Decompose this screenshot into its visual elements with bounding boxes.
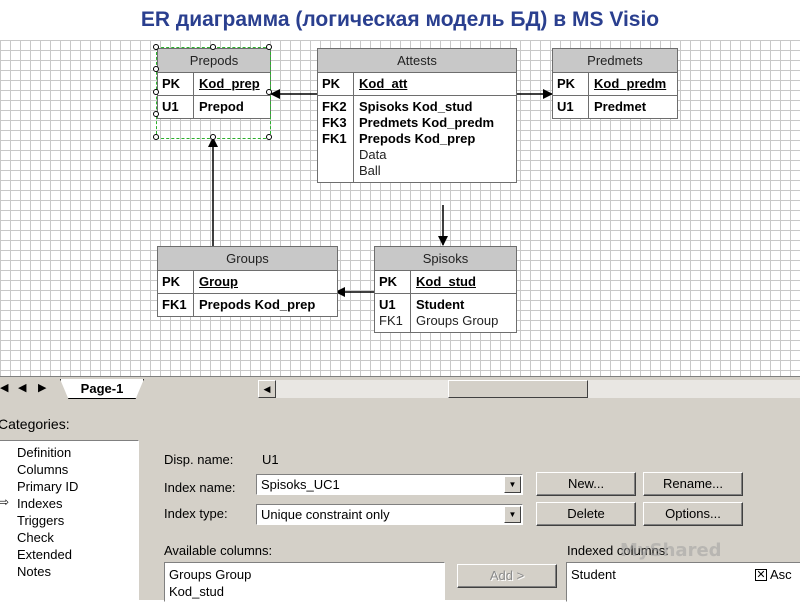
next-page-icon[interactable]: ▶	[38, 381, 46, 394]
options-button[interactable]: Options...	[643, 502, 743, 526]
available-columns-label: Available columns:	[164, 543, 273, 558]
delete-index-button[interactable]: Delete	[536, 502, 636, 526]
entity-attests[interactable]: Attests PK Kod_att FK2 FK3 FK1 Spisoks K…	[317, 48, 517, 183]
category-extended[interactable]: Extended	[17, 547, 72, 562]
selection-handle[interactable]	[266, 44, 272, 50]
chevron-down-icon[interactable]: ▼	[504, 476, 521, 493]
groups-fk-key: FK1	[158, 294, 194, 316]
attests-attr: Ball	[359, 163, 381, 178]
selection-handle[interactable]	[266, 89, 272, 95]
attests-pk-field: Kod_att	[359, 76, 408, 91]
spisoks-key: FK1	[379, 313, 403, 328]
attests-fk-field: Spisoks Kod_stud	[359, 99, 473, 114]
disp-name-value: U1	[262, 452, 279, 467]
indexed-columns-list[interactable]: Student ✕ Asc	[566, 562, 800, 602]
predmets-pk-field: Kod_predm	[594, 76, 667, 91]
predmets-pk-key: PK	[553, 73, 589, 95]
index-type-value: Unique constraint only	[261, 507, 390, 522]
attests-fk-field: Predmets Kod_predm	[359, 115, 495, 130]
page-tab-bar: ◀ ◀ ▶ Page-1 ◀	[0, 376, 800, 401]
category-triggers[interactable]: Triggers	[17, 513, 64, 528]
add-column-button[interactable]: Add >	[457, 564, 557, 588]
selection-handle[interactable]	[266, 134, 272, 140]
spisoks-field: Student	[416, 297, 465, 312]
database-properties-panel: Categories: Definition Columns Primary I…	[0, 400, 800, 605]
predmets-u-field: Predmet	[594, 99, 647, 114]
selection-handle[interactable]	[153, 111, 159, 117]
entity-predmets-header: Predmets	[553, 49, 677, 73]
category-primary-id[interactable]: Primary ID	[17, 479, 78, 494]
spisoks-field: Groups Group	[416, 313, 499, 328]
attests-pk-key: PK	[318, 73, 354, 95]
predmets-u-key: U1	[553, 96, 589, 118]
index-name-combo[interactable]: Spisoks_UC1 ▼	[256, 474, 523, 495]
entity-groups[interactable]: Groups PK Group FK1 Prepods Kod_prep	[157, 246, 338, 317]
diagram-canvas[interactable]: Prepods PK Kod_prep U1 Prepod Attests PK…	[0, 40, 800, 376]
chevron-down-icon[interactable]: ▼	[504, 506, 521, 523]
spisoks-pk-field: Kod_stud	[416, 274, 476, 289]
selection-handle[interactable]	[153, 89, 159, 95]
index-type-combo[interactable]: Unique constraint only ▼	[256, 504, 523, 525]
prev-page-icon[interactable]: ◀	[18, 381, 26, 394]
entity-spisoks[interactable]: Spisoks PK Kod_stud U1 FK1 Student Group…	[374, 246, 517, 333]
attests-fk-key: FK2	[322, 99, 347, 114]
watermark: MyShared	[620, 540, 722, 561]
entity-attests-header: Attests	[318, 49, 516, 73]
selection-outline	[156, 47, 271, 139]
first-page-icon[interactable]: ◀	[0, 381, 8, 394]
attests-attr: Data	[359, 147, 387, 162]
entity-groups-header: Groups	[158, 247, 337, 271]
index-name-value: Spisoks_UC1	[261, 477, 340, 492]
categories-label: Categories:	[0, 416, 70, 432]
horizontal-scrollbar[interactable]: ◀	[258, 380, 800, 398]
groups-fk-field: Prepods Kod_prep	[199, 297, 316, 312]
index-type-label: Index type:	[164, 506, 228, 521]
new-index-button[interactable]: New...	[536, 472, 636, 496]
spisoks-pk-key: PK	[375, 271, 411, 293]
categories-list[interactable]: Definition Columns Primary ID ⇨ Indexes …	[0, 440, 139, 605]
category-check[interactable]: Check	[17, 530, 54, 545]
disp-name-label: Disp. name:	[164, 452, 234, 467]
attests-fk-field: Prepods Kod_prep	[359, 131, 476, 146]
list-item[interactable]: Groups Group	[169, 567, 251, 583]
ascending-checkbox[interactable]: ✕	[755, 569, 767, 581]
attests-fk-key: FK1	[322, 131, 347, 146]
category-columns[interactable]: Columns	[17, 462, 68, 477]
indexed-column-order: Asc	[770, 567, 792, 582]
list-item[interactable]: Kod_stud	[169, 584, 224, 600]
slide-title: ER диаграмма (логическая модель БД) в MS…	[140, 8, 660, 31]
list-item[interactable]: Student	[571, 567, 616, 583]
selected-arrow-icon: ⇨	[0, 495, 10, 509]
category-notes[interactable]: Notes	[17, 564, 51, 579]
selection-handle[interactable]	[210, 134, 216, 140]
entity-predmets[interactable]: Predmets PK Kod_predm U1 Predmet	[552, 48, 678, 119]
category-definition[interactable]: Definition	[17, 445, 71, 460]
selection-handle[interactable]	[153, 44, 159, 50]
attests-fk-key: FK3	[322, 115, 347, 130]
groups-pk-field: Group	[199, 274, 238, 289]
groups-pk-key: PK	[158, 271, 194, 293]
scroll-thumb[interactable]	[448, 380, 588, 398]
selection-handle[interactable]	[153, 66, 159, 72]
selection-handle[interactable]	[153, 134, 159, 140]
rename-index-button[interactable]: Rename...	[643, 472, 743, 496]
entity-spisoks-header: Spisoks	[375, 247, 516, 271]
category-indexes[interactable]: Indexes	[17, 496, 63, 511]
available-columns-list[interactable]: Groups Group Kod_stud	[164, 562, 445, 602]
selection-handle[interactable]	[210, 44, 216, 50]
index-name-label: Index name:	[164, 480, 236, 495]
spisoks-key: U1	[379, 297, 396, 312]
scroll-left-arrow-icon[interactable]: ◀	[258, 380, 276, 398]
tab-page-1[interactable]: Page-1	[60, 379, 144, 399]
